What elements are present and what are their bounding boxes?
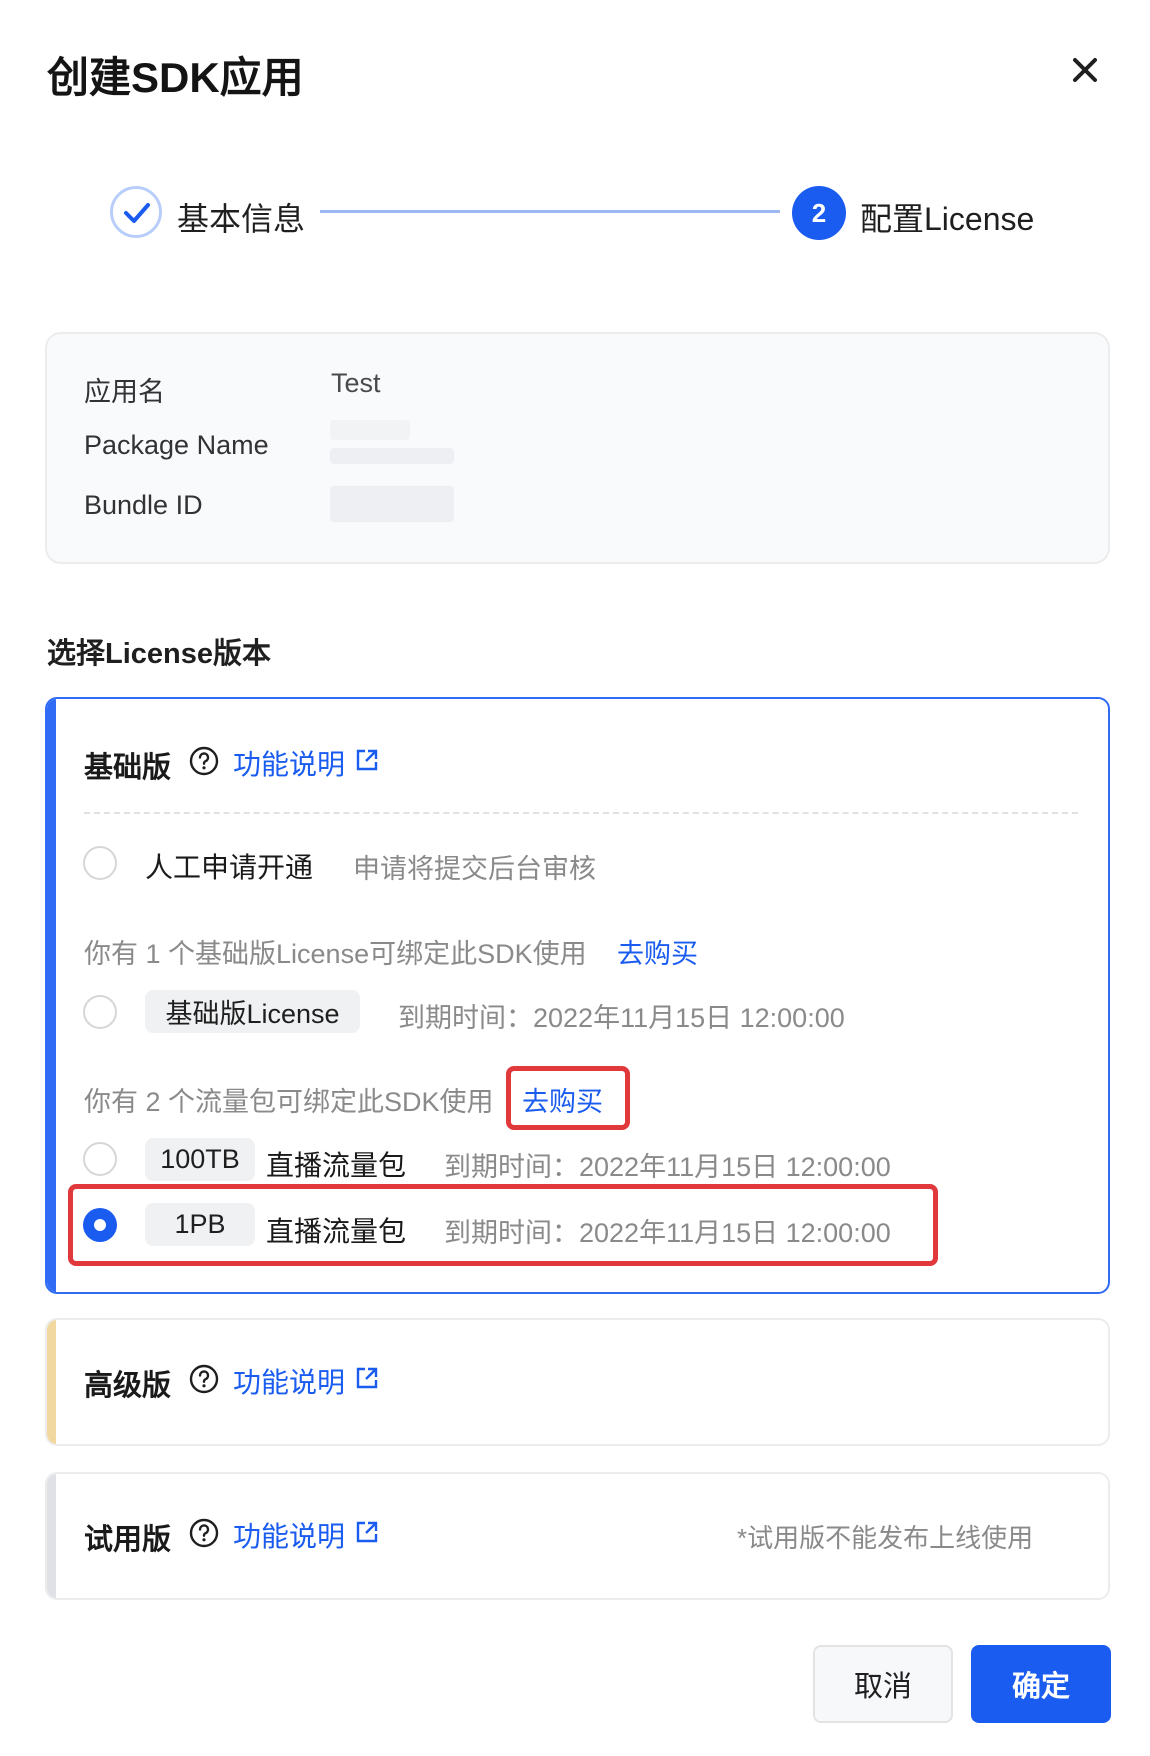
traffic-100tb-label: 直播流量包: [266, 1150, 407, 1181]
traffic-1pb-expiry: 到期时间：2022年11月15日 12:00:00: [444, 1218, 891, 1248]
step-2-label: 配置License: [860, 201, 1035, 237]
basic-license-tag: 基础版License: [145, 990, 360, 1033]
external-link-icon[interactable]: [355, 1520, 379, 1544]
traffic-100tb-expiry: 到期时间：2022年11月15日 12:00:00: [444, 1152, 891, 1182]
trial-doc-link[interactable]: 功能说明: [233, 1515, 345, 1555]
step-1-label: 基本信息: [177, 201, 306, 237]
tier-advanced-title: 高级版: [84, 1370, 172, 1402]
basic-doc-link[interactable]: 功能说明: [233, 743, 345, 783]
trial-note: *试用版不能发布上线使用: [737, 1523, 1034, 1553]
cancel-button[interactable]: 取消: [813, 1645, 953, 1723]
confirm-button[interactable]: 确定: [971, 1645, 1111, 1723]
license-count-notice: 你有 1 个基础版License可绑定此SDK使用: [84, 939, 587, 969]
step-done-check-icon: [110, 186, 162, 238]
buy-license-link[interactable]: 去购买: [617, 932, 698, 971]
manual-apply-label: 人工申请开通: [145, 852, 314, 883]
traffic-1pb-label: 直播流量包: [266, 1216, 407, 1247]
traffic-1pb-tag: 1PB: [145, 1203, 255, 1246]
app-name-label: 应用名: [84, 377, 165, 407]
radio-traffic-1pb[interactable]: [83, 1208, 117, 1242]
tier-trial-title: 试用版: [84, 1524, 172, 1556]
radio-manual-apply[interactable]: [83, 846, 117, 880]
radio-traffic-100tb[interactable]: [83, 1142, 117, 1176]
package-name-label: Package Name: [84, 430, 269, 460]
traffic-100tb-tag: 100TB: [145, 1138, 255, 1181]
traffic-count-notice: 你有 2 个流量包可绑定此SDK使用: [84, 1087, 494, 1117]
app-name-value: Test: [331, 368, 381, 398]
step-2-number: 2: [792, 186, 846, 240]
license-version-title: 选择License版本: [47, 638, 271, 670]
close-icon[interactable]: [1065, 50, 1105, 90]
step-connector: [320, 210, 780, 213]
bundle-id-value-redacted: [330, 486, 454, 522]
divider: [84, 812, 1078, 814]
bundle-id-label: Bundle ID: [84, 490, 203, 520]
dialog-title: 创建SDK应用: [47, 54, 304, 101]
help-icon[interactable]: [189, 1364, 219, 1394]
package-name-value-redacted-2: [330, 448, 454, 464]
help-icon[interactable]: [189, 746, 219, 776]
package-name-value-redacted: [330, 420, 410, 440]
buy-traffic-link[interactable]: 去购买: [522, 1080, 603, 1119]
basic-license-expiry: 到期时间：2022年11月15日 12:00:00: [398, 1003, 845, 1033]
tier-basic-title: 基础版: [84, 752, 172, 784]
radio-basic-license[interactable]: [83, 995, 117, 1029]
help-icon[interactable]: [189, 1518, 219, 1548]
external-link-icon[interactable]: [355, 1366, 379, 1390]
manual-apply-hint: 申请将提交后台审核: [353, 854, 596, 884]
advanced-doc-link[interactable]: 功能说明: [233, 1361, 345, 1401]
external-link-icon[interactable]: [355, 748, 379, 772]
